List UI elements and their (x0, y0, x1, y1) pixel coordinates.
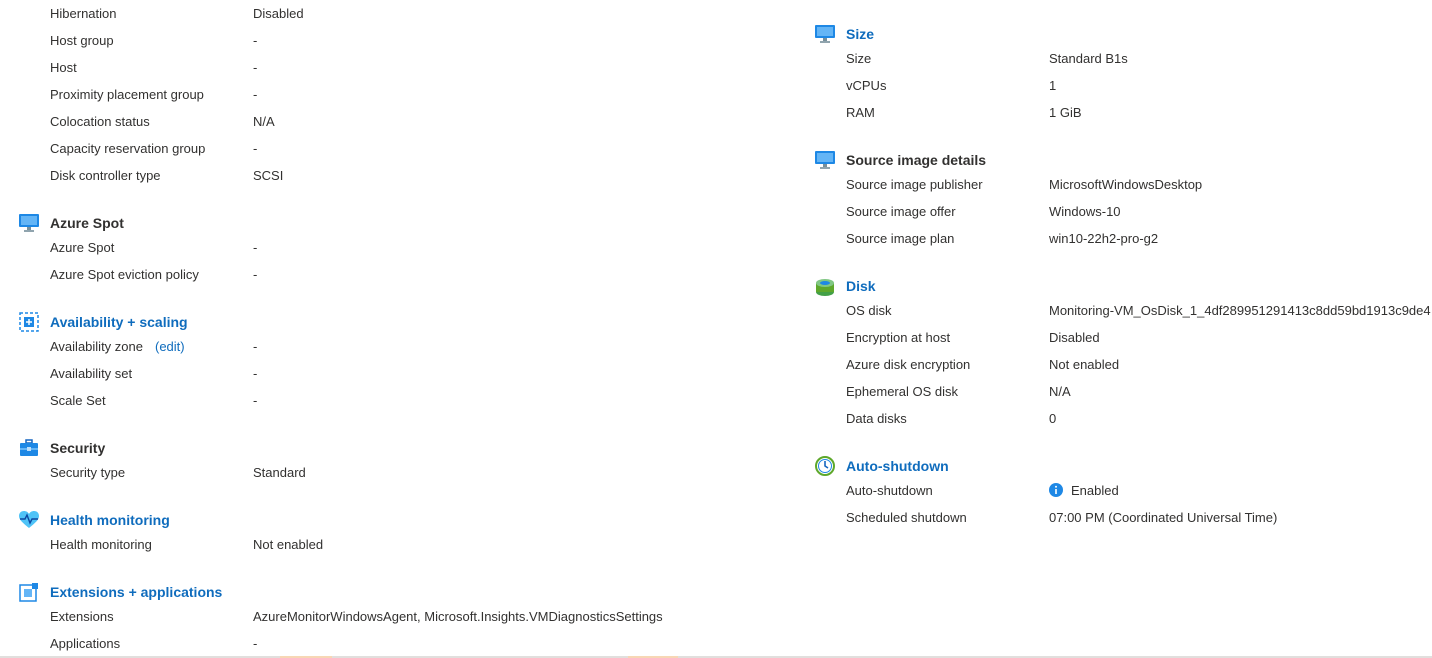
property-label: Azure disk encryption (846, 357, 971, 372)
briefcase-icon (18, 437, 40, 459)
property-value: Not enabled (1049, 357, 1120, 372)
section-header-health-monitoring[interactable]: Health monitoring (18, 509, 170, 531)
property-label: Host (50, 60, 77, 75)
size-link[interactable]: Size (846, 26, 874, 42)
property-label: Auto-shutdown (846, 483, 933, 498)
property-value: N/A (1049, 384, 1071, 399)
info-icon (1049, 483, 1063, 502)
property-value: - (253, 393, 258, 408)
property-value: Windows-10 (1049, 204, 1121, 219)
property-value: - (253, 267, 258, 282)
auto-shutdown-status: Enabled (1071, 483, 1119, 498)
monitor-icon (814, 149, 836, 171)
property-value: SCSI (253, 168, 284, 183)
property-label: Scale Set (50, 393, 106, 408)
property-label: Host group (50, 33, 114, 48)
property-value: 1 (1049, 78, 1057, 93)
property-value: 1 GiB (1049, 105, 1082, 120)
property-value: AzureMonitorWindowsAgent, Microsoft.Insi… (253, 609, 663, 624)
property-label: Data disks (846, 411, 907, 426)
section-header-extensions-applications[interactable]: Extensions + applications (18, 581, 222, 603)
property-value: - (253, 636, 258, 651)
availability-scaling-icon (18, 311, 40, 333)
heart-pulse-icon (18, 509, 40, 531)
property-label: Ephemeral OS disk (846, 384, 958, 399)
section-header-azure-spot: Azure Spot (18, 212, 124, 234)
section-title: Security (50, 440, 106, 456)
property-label: Disk controller type (50, 168, 161, 183)
property-value: - (253, 240, 258, 255)
property-label: Applications (50, 636, 121, 651)
property-value: Not enabled (253, 537, 324, 552)
property-value: 07:00 PM (Coordinated Universal Time) (1049, 510, 1278, 525)
section-header-disk[interactable]: Disk (814, 275, 876, 297)
section-header-auto-shutdown[interactable]: Auto-shutdown (814, 455, 949, 477)
property-value: win10-22h2-pro-g2 (1049, 231, 1159, 246)
section-header-source-image-details: Source image details (814, 149, 986, 171)
property-label: Source image plan (846, 231, 955, 246)
property-label: Source image offer (846, 204, 956, 219)
clock-icon (814, 455, 836, 477)
property-value: 0 (1049, 411, 1057, 426)
property-label: Availability zone (50, 339, 143, 354)
property-label: Hibernation (50, 6, 117, 21)
security-type-link[interactable]: Standard (253, 464, 306, 482)
availability-zone-edit-link[interactable]: (edit) (155, 338, 185, 356)
property-label: Availability set (50, 366, 133, 381)
extensions-icon (18, 581, 40, 603)
disk-link[interactable]: Disk (846, 278, 876, 294)
disk-icon (814, 275, 836, 297)
property-value: - (253, 33, 258, 48)
property-label: Proximity placement group (50, 87, 204, 102)
monitor-icon (814, 23, 836, 45)
property-value: Disabled (1049, 330, 1100, 345)
property-value-container: Enabled (1049, 482, 1119, 502)
property-value: Disabled (253, 6, 304, 21)
property-value: - (253, 366, 258, 381)
property-label: Capacity reservation group (50, 141, 206, 156)
monitor-icon (18, 212, 40, 234)
property-label: RAM (846, 105, 875, 120)
property-value: - (253, 87, 258, 102)
section-title: Azure Spot (50, 215, 124, 231)
property-value: Monitoring-VM_OsDisk_1_4df289951291413c8… (1049, 303, 1431, 318)
property-label: Health monitoring (50, 537, 152, 552)
auto-shutdown-link[interactable]: Auto-shutdown (846, 458, 949, 474)
section-header-availability-scaling[interactable]: Availability + scaling (18, 311, 188, 333)
property-label: Security type (50, 465, 126, 480)
property-value: Standard B1s (1049, 51, 1128, 66)
property-label: Scheduled shutdown (846, 510, 967, 525)
section-title: Source image details (846, 152, 987, 168)
property-value: N/A (253, 114, 275, 129)
property-label: Source image publisher (846, 177, 983, 192)
property-value: - (253, 141, 258, 156)
property-label: Colocation status (50, 114, 150, 129)
property-label: Azure Spot eviction policy (50, 267, 199, 282)
section-header-security: Security (18, 437, 105, 459)
property-label: Size (846, 51, 872, 66)
property-label: vCPUs (846, 78, 887, 93)
property-value: MicrosoftWindowsDesktop (1049, 177, 1203, 192)
extensions-applications-link[interactable]: Extensions + applications (50, 584, 222, 600)
property-label: Encryption at host (846, 330, 951, 345)
availability-scaling-link[interactable]: Availability + scaling (50, 314, 188, 330)
health-monitoring-link[interactable]: Health monitoring (50, 512, 170, 528)
property-value: - (253, 339, 258, 354)
property-value: - (253, 60, 258, 75)
section-header-size[interactable]: Size (814, 23, 874, 45)
property-label: Extensions (50, 609, 114, 624)
property-label: Azure Spot (50, 240, 115, 255)
property-label: OS disk (846, 303, 892, 318)
